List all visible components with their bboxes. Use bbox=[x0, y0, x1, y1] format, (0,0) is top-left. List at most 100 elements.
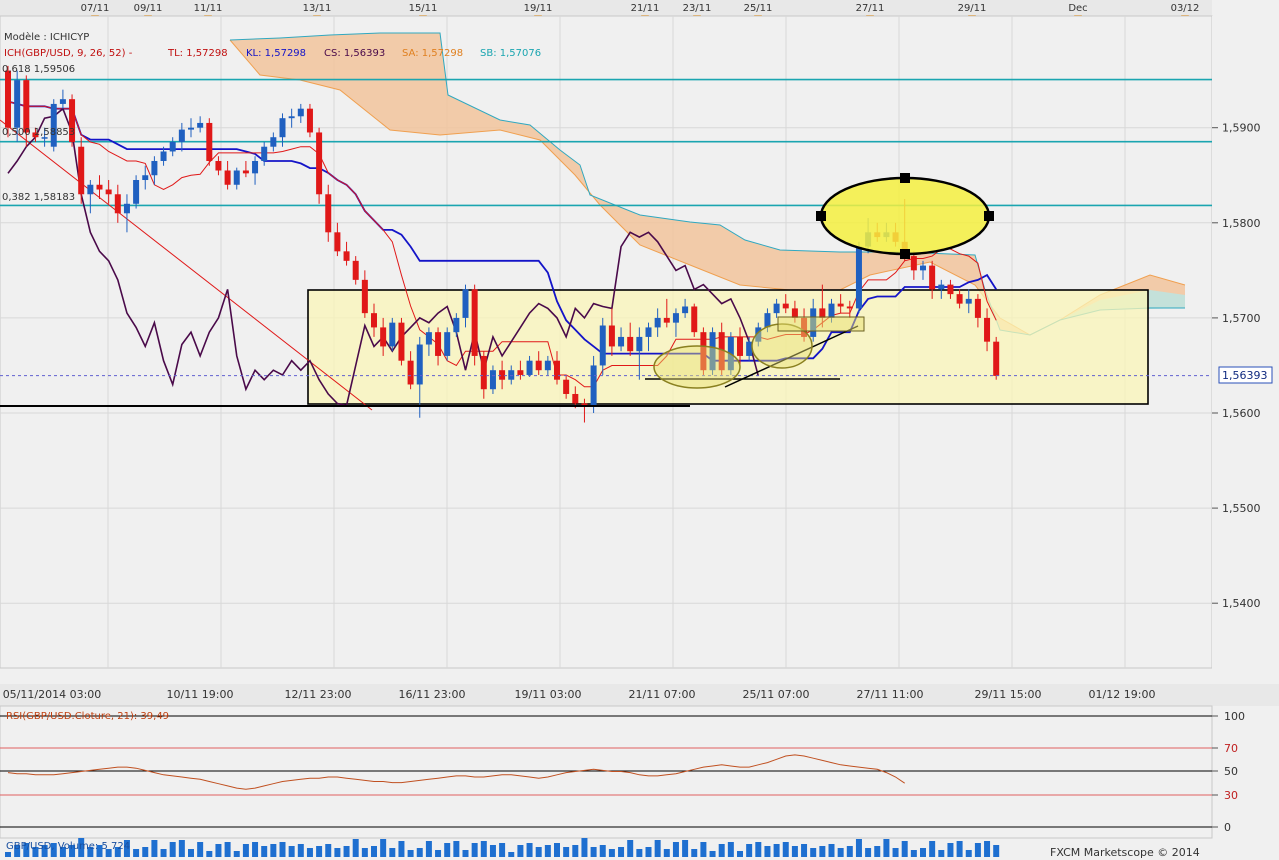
volume-bar bbox=[206, 851, 213, 857]
volume-bar bbox=[188, 849, 194, 857]
volume-bar bbox=[544, 845, 551, 857]
price-tick-label: 1,5800 bbox=[1222, 217, 1261, 230]
candle-body bbox=[371, 313, 377, 328]
price-tick-label: 1,5400 bbox=[1222, 597, 1261, 610]
volume-bar bbox=[773, 844, 780, 857]
top-date-label: Dec bbox=[1068, 3, 1087, 14]
volume-bar bbox=[480, 841, 487, 857]
candle-body bbox=[197, 122, 204, 128]
volume-bar bbox=[599, 845, 606, 857]
candle-body bbox=[279, 118, 286, 138]
volume-bar bbox=[929, 841, 936, 857]
volume-bar bbox=[874, 846, 881, 857]
candle-body bbox=[773, 303, 780, 314]
volume-bar bbox=[910, 850, 917, 857]
candle-body bbox=[352, 260, 359, 280]
candle-body bbox=[910, 256, 917, 271]
volume-bar bbox=[462, 850, 469, 857]
volume-bar bbox=[846, 846, 853, 857]
candle-body bbox=[682, 306, 689, 314]
volume-bar bbox=[288, 846, 295, 857]
volume-bar bbox=[563, 847, 570, 857]
bottom-date-label: 25/11 07:00 bbox=[743, 688, 810, 701]
volume-bar bbox=[672, 842, 679, 857]
candle-body bbox=[544, 360, 551, 371]
bottom-date-label: 01/12 19:00 bbox=[1089, 688, 1156, 701]
candle-body bbox=[590, 365, 597, 406]
candle-body bbox=[672, 313, 679, 323]
volume-bar bbox=[197, 842, 204, 857]
candle-body bbox=[306, 108, 313, 133]
candle-body bbox=[325, 194, 332, 233]
candle-body bbox=[828, 303, 835, 318]
volume-bar bbox=[151, 840, 158, 857]
candle-body bbox=[462, 289, 469, 318]
volume-bar bbox=[371, 846, 377, 857]
volume-bar bbox=[663, 849, 670, 857]
candle-body bbox=[425, 332, 432, 345]
volume-bar bbox=[947, 843, 954, 857]
volume-bar bbox=[984, 841, 991, 857]
volume-bar bbox=[508, 852, 515, 857]
candle-body bbox=[398, 322, 405, 361]
candle-body bbox=[261, 146, 268, 161]
candle-body bbox=[224, 170, 231, 185]
volume-bar bbox=[261, 846, 268, 857]
volume-bar bbox=[828, 844, 835, 857]
volume-bar bbox=[297, 844, 304, 857]
rsi-tick-label: 70 bbox=[1224, 742, 1238, 755]
rsi-label: RSI(GBP/USD.Cloture, 21): 39,49 bbox=[6, 711, 169, 722]
candle-body bbox=[453, 317, 460, 333]
volume-bar bbox=[133, 849, 140, 857]
volume-bar bbox=[608, 849, 615, 857]
candle-body bbox=[499, 370, 506, 380]
volume-bars bbox=[5, 838, 1000, 857]
candle-body bbox=[50, 103, 57, 147]
bottom-date-label: 16/11 23:00 bbox=[399, 688, 466, 701]
candle-body bbox=[297, 108, 304, 117]
candle-body bbox=[737, 336, 743, 356]
rsi-pane bbox=[0, 705, 1213, 839]
candle-body bbox=[846, 306, 853, 309]
volume-bar bbox=[160, 849, 167, 857]
volume-bar bbox=[572, 845, 579, 857]
volume-bar bbox=[920, 848, 926, 857]
candle-body bbox=[389, 322, 396, 347]
volume-bar bbox=[645, 847, 652, 857]
volume-bar bbox=[581, 838, 588, 857]
volume-bar bbox=[636, 849, 643, 857]
model-label: Modèle : ICHICYP bbox=[4, 31, 89, 43]
candle-body bbox=[444, 332, 451, 356]
volume-bar bbox=[178, 840, 185, 857]
legend-sb: SB: 1,57076 bbox=[480, 48, 541, 59]
volume-bar bbox=[901, 841, 908, 857]
candle-body bbox=[691, 306, 698, 333]
candle-body bbox=[252, 160, 259, 174]
ellipse-handle bbox=[816, 211, 826, 221]
volume-bar bbox=[233, 851, 240, 857]
volume-bar bbox=[855, 839, 862, 857]
volume-bar bbox=[627, 840, 634, 857]
candle-body bbox=[343, 251, 350, 261]
top-date-label: 13/11 bbox=[303, 3, 332, 14]
bottom-date-label: 29/11 15:00 bbox=[975, 688, 1042, 701]
volume-bar bbox=[279, 842, 286, 857]
candle-body bbox=[517, 370, 524, 375]
candle-body bbox=[929, 265, 936, 290]
volume-bar bbox=[325, 844, 332, 857]
volume-bar bbox=[352, 839, 359, 857]
highlight-ellipse bbox=[819, 176, 991, 256]
candle-body bbox=[435, 332, 442, 356]
candle-body bbox=[151, 160, 158, 176]
candle-body bbox=[178, 129, 185, 142]
legend-cs: CS: 1,56393 bbox=[324, 48, 385, 59]
rsi-tick-label: 0 bbox=[1224, 821, 1231, 834]
volume-bar bbox=[755, 842, 762, 857]
top-date-label: 03/12 bbox=[1171, 3, 1200, 14]
candle-body bbox=[407, 360, 414, 385]
fib-label-382: 0,382 1,58183 bbox=[2, 192, 75, 203]
volume-bar bbox=[965, 850, 972, 857]
volume-bar bbox=[709, 851, 716, 857]
legend-kl: KL: 1,57298 bbox=[246, 48, 306, 59]
rsi-tick-label: 30 bbox=[1224, 789, 1238, 802]
